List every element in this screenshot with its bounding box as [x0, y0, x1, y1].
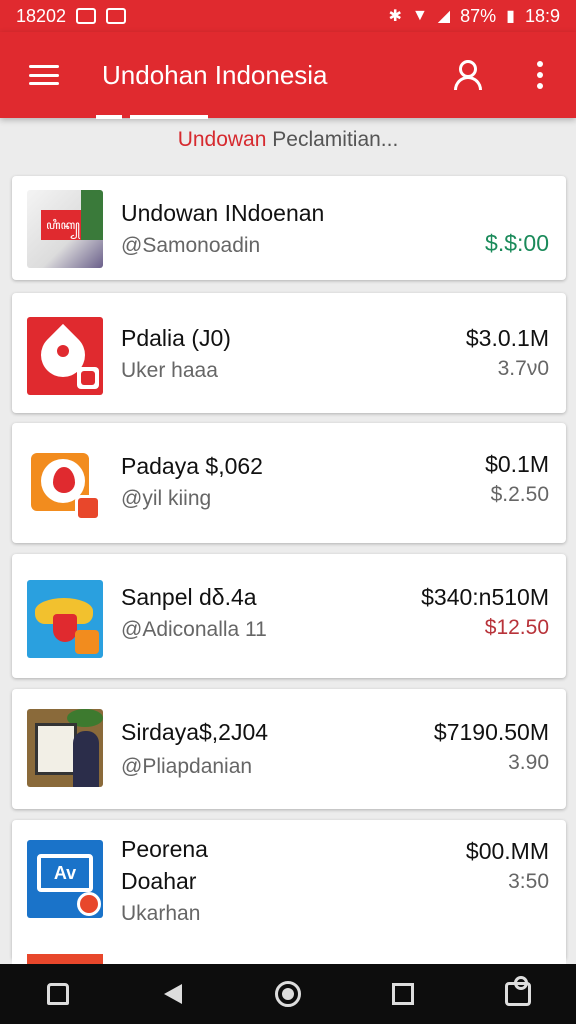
app-title: Undohan Indonesia	[102, 59, 328, 90]
item-price: $340:n510M	[421, 584, 549, 610]
list-item[interactable]: Padaya $,062 @yil kiing $0.1M $.2.50	[12, 423, 566, 543]
item-thumbnail	[27, 317, 103, 395]
subtitle-accent: Undowan	[177, 128, 267, 151]
list-item[interactable]: Av Peorena Doahar Ukarhan $00.MM 3:50	[12, 820, 566, 960]
item-subtitle: Doahar	[121, 868, 197, 894]
battery-percent: 87%	[460, 5, 497, 26]
list-item[interactable]: ꦲꦶꦏ꧀ Undowan INdoenan @Samonoadin $.$:00	[12, 176, 566, 280]
nav-home-button[interactable]	[258, 964, 318, 1024]
item-price: $7190.50M	[433, 719, 549, 745]
nav-home-shortcut-button[interactable]	[28, 964, 88, 1024]
nav-assistant-button[interactable]	[488, 964, 548, 1024]
tab-indicator	[96, 115, 208, 119]
hamburger-menu-icon	[29, 65, 59, 85]
item-thumbnail: Av	[27, 840, 103, 918]
item-subtitle: @yil kiing	[121, 487, 212, 510]
item-title: Undowan INdoenan	[121, 200, 325, 226]
item-title: Sirdaya$,2J04	[121, 719, 269, 745]
item-title: Peorena	[121, 836, 208, 862]
item-price: $00.MM	[465, 838, 549, 864]
item-change: 3.7ν0	[497, 357, 549, 380]
more-vert-icon	[537, 61, 543, 89]
app-bar: Undohan Indonesia	[0, 32, 576, 118]
recents-icon	[392, 983, 415, 1005]
item-price: $0.1M	[485, 451, 549, 477]
wifi-icon: ▼	[411, 7, 428, 24]
signal-icon: ◢	[437, 8, 451, 25]
list-item[interactable]: Sanpel dδ.4a @Adiconalla 11 $340:n510M $…	[12, 554, 566, 678]
item-title: Pdalia (J0)	[121, 325, 231, 351]
back-icon	[163, 984, 182, 1004]
list-item[interactable]: Pdalia (J0) Uker haaa $3.0.1M 3.7ν0	[12, 293, 566, 413]
nav-recents-button[interactable]	[373, 964, 433, 1024]
item-subtitle: @Samonoadin	[121, 234, 261, 257]
status-time-right: 18:9	[524, 5, 560, 26]
system-navigation-bar	[0, 964, 576, 1024]
item-thumbnail	[27, 580, 103, 658]
check-notification-icon	[106, 8, 127, 24]
item-thumbnail	[27, 709, 103, 787]
home-icon	[274, 981, 301, 1007]
list-item[interactable]: Sirdaya$,2J04 @Pliapdanian $7190.50M 3.9…	[12, 689, 566, 809]
item-subtitle: Uker haaa	[121, 359, 218, 382]
assistant-icon	[505, 976, 532, 1006]
item-change: $.2.50	[490, 483, 549, 506]
nav-back-button[interactable]	[143, 964, 203, 1024]
item-change: 3.90	[508, 751, 549, 774]
section-subtitle: Undowan Peclamitian...	[0, 128, 576, 162]
item-change: $.$:00	[485, 230, 549, 256]
menu-button[interactable]	[0, 32, 88, 118]
item-subtitle: @Adiconalla 11	[121, 618, 267, 641]
status-time-left: 18202	[16, 5, 67, 26]
battery-icon: ▮	[506, 8, 515, 25]
bluetooth-icon: ✱	[388, 8, 402, 25]
more-options-button[interactable]	[504, 32, 576, 118]
item-title: Padaya $,062	[121, 453, 263, 479]
account-button[interactable]	[432, 32, 504, 118]
item-change: 3:50	[508, 870, 549, 893]
mail-notification-icon	[76, 8, 97, 24]
item-subtitle: @Pliapdanian	[121, 755, 253, 778]
item-price: $3.0.1M	[465, 325, 549, 351]
item-title: Sanpel dδ.4a	[121, 584, 257, 610]
item-thumbnail	[27, 445, 103, 523]
home-outline-icon	[46, 983, 69, 1005]
item-subtitle-2: Ukarhan	[121, 902, 201, 925]
item-thumbnail: ꦲꦶꦏ꧀	[27, 190, 103, 268]
person-icon	[453, 60, 483, 90]
item-change: $12.50	[484, 616, 549, 639]
list-item-partial[interactable]	[12, 954, 566, 964]
subtitle-rest: Peclamitian...	[266, 128, 399, 151]
status-bar: 18202 ✱ ▼ ◢ 87% ▮ 18:9	[0, 0, 576, 32]
